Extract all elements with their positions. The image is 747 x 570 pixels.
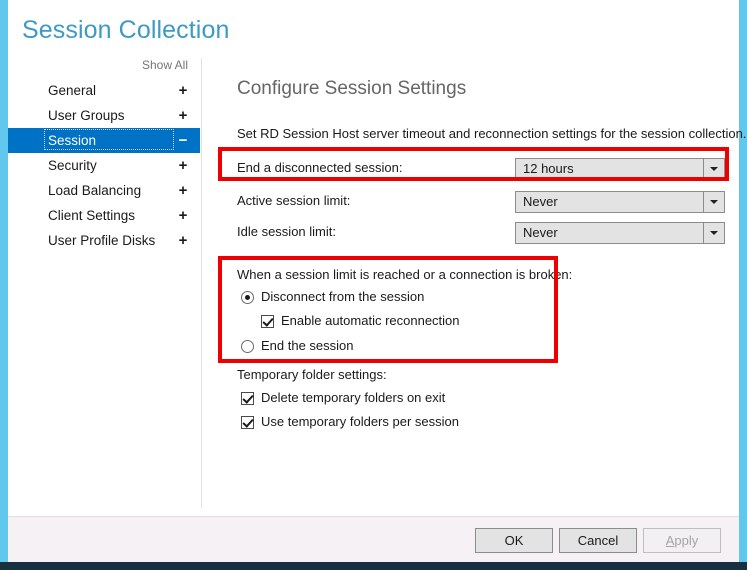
chevron-down-icon[interactable] bbox=[703, 223, 724, 243]
chevron-down-icon[interactable] bbox=[703, 192, 724, 212]
expand-plus-icon[interactable]: + bbox=[174, 178, 192, 203]
dialog-body: Session Collection Show All General + Us… bbox=[8, 0, 746, 554]
idle-session-limit-dropdown[interactable]: Never bbox=[515, 222, 725, 244]
dropdown-value: Never bbox=[523, 194, 558, 209]
sidebar-item-label: User Groups bbox=[48, 108, 125, 123]
dropdown-value: 12 hours bbox=[523, 161, 574, 176]
sidebar-item-label: User Profile Disks bbox=[48, 233, 156, 248]
sidebar-item-load-balancing[interactable]: Load Balancing + bbox=[8, 178, 200, 203]
setting-label: Active session limit: bbox=[237, 193, 351, 208]
expand-plus-icon[interactable]: + bbox=[174, 203, 192, 228]
collapse-minus-icon[interactable]: − bbox=[174, 128, 192, 153]
sidebar-item-general[interactable]: General + bbox=[8, 78, 200, 103]
expand-plus-icon[interactable]: + bbox=[174, 153, 192, 178]
session-limit-group-caption: When a session limit is reached or a con… bbox=[237, 267, 573, 282]
active-session-limit-row: Active session limit: Never bbox=[237, 191, 732, 213]
dialog-footer: OK Cancel Apply bbox=[8, 516, 739, 562]
checkbox-icon[interactable] bbox=[241, 416, 254, 429]
radio-icon[interactable] bbox=[241, 340, 254, 353]
idle-session-limit-row: Idle session limit: Never bbox=[237, 222, 732, 244]
window-bottom-strip bbox=[0, 562, 747, 570]
option-label: Use temporary folders per session bbox=[261, 414, 459, 429]
checkbox-icon[interactable] bbox=[241, 392, 254, 405]
sidebar: Show All General + User Groups + Session… bbox=[8, 58, 200, 508]
dialog-window: Session Collection Show All General + Us… bbox=[0, 0, 747, 570]
option-label: Delete temporary folders on exit bbox=[261, 390, 446, 405]
sidebar-item-label: Load Balancing bbox=[48, 183, 142, 198]
active-session-limit-dropdown[interactable]: Never bbox=[515, 191, 725, 213]
end-disconnected-session-dropdown[interactable]: 12 hours bbox=[515, 158, 725, 180]
apply-button[interactable]: Apply bbox=[643, 528, 721, 553]
sidebar-item-client-settings[interactable]: Client Settings + bbox=[8, 203, 200, 228]
sidebar-item-label: General bbox=[48, 83, 97, 98]
sidebar-item-user-groups[interactable]: User Groups + bbox=[8, 103, 200, 128]
temp-folder-group-caption: Temporary folder settings: bbox=[237, 367, 387, 382]
show-all-link[interactable]: Show All bbox=[142, 58, 188, 72]
option-label: Enable automatic reconnection bbox=[281, 313, 460, 328]
section-heading: Configure Session Settings bbox=[237, 78, 467, 99]
sidebar-item-session[interactable]: Session − bbox=[8, 128, 200, 153]
apply-label-rest: pply bbox=[674, 533, 699, 548]
page-title: Session Collection bbox=[22, 16, 230, 44]
expand-plus-icon[interactable]: + bbox=[174, 78, 192, 103]
ok-button[interactable]: OK bbox=[475, 528, 553, 553]
checkbox-icon[interactable] bbox=[261, 315, 274, 328]
sidebar-item-label: Session bbox=[48, 133, 97, 148]
sidebar-item-label: Client Settings bbox=[48, 208, 136, 223]
sidebar-item-user-profile-disks[interactable]: User Profile Disks + bbox=[8, 228, 200, 253]
chevron-down-icon[interactable] bbox=[703, 159, 724, 179]
expand-plus-icon[interactable]: + bbox=[174, 103, 192, 128]
end-disconnected-session-row: End a disconnected session: 12 hours bbox=[237, 158, 732, 180]
sidebar-nav-list: General + User Groups + Session − Securi… bbox=[8, 78, 200, 253]
sidebar-item-label: Security bbox=[48, 158, 97, 173]
sidebar-item-security[interactable]: Security + bbox=[8, 153, 200, 178]
settings-panel: Configure Session Settings Set RD Sessio… bbox=[201, 58, 746, 508]
option-label: Disconnect from the session bbox=[261, 289, 425, 304]
option-label: End the session bbox=[261, 338, 354, 353]
cancel-button[interactable]: Cancel bbox=[559, 528, 637, 553]
radio-icon[interactable] bbox=[241, 291, 254, 304]
section-description: Set RD Session Host server timeout and r… bbox=[237, 126, 747, 141]
dropdown-value: Never bbox=[523, 225, 558, 240]
setting-label: End a disconnected session: bbox=[237, 160, 403, 175]
expand-plus-icon[interactable]: + bbox=[174, 228, 192, 253]
setting-label: Idle session limit: bbox=[237, 224, 336, 239]
